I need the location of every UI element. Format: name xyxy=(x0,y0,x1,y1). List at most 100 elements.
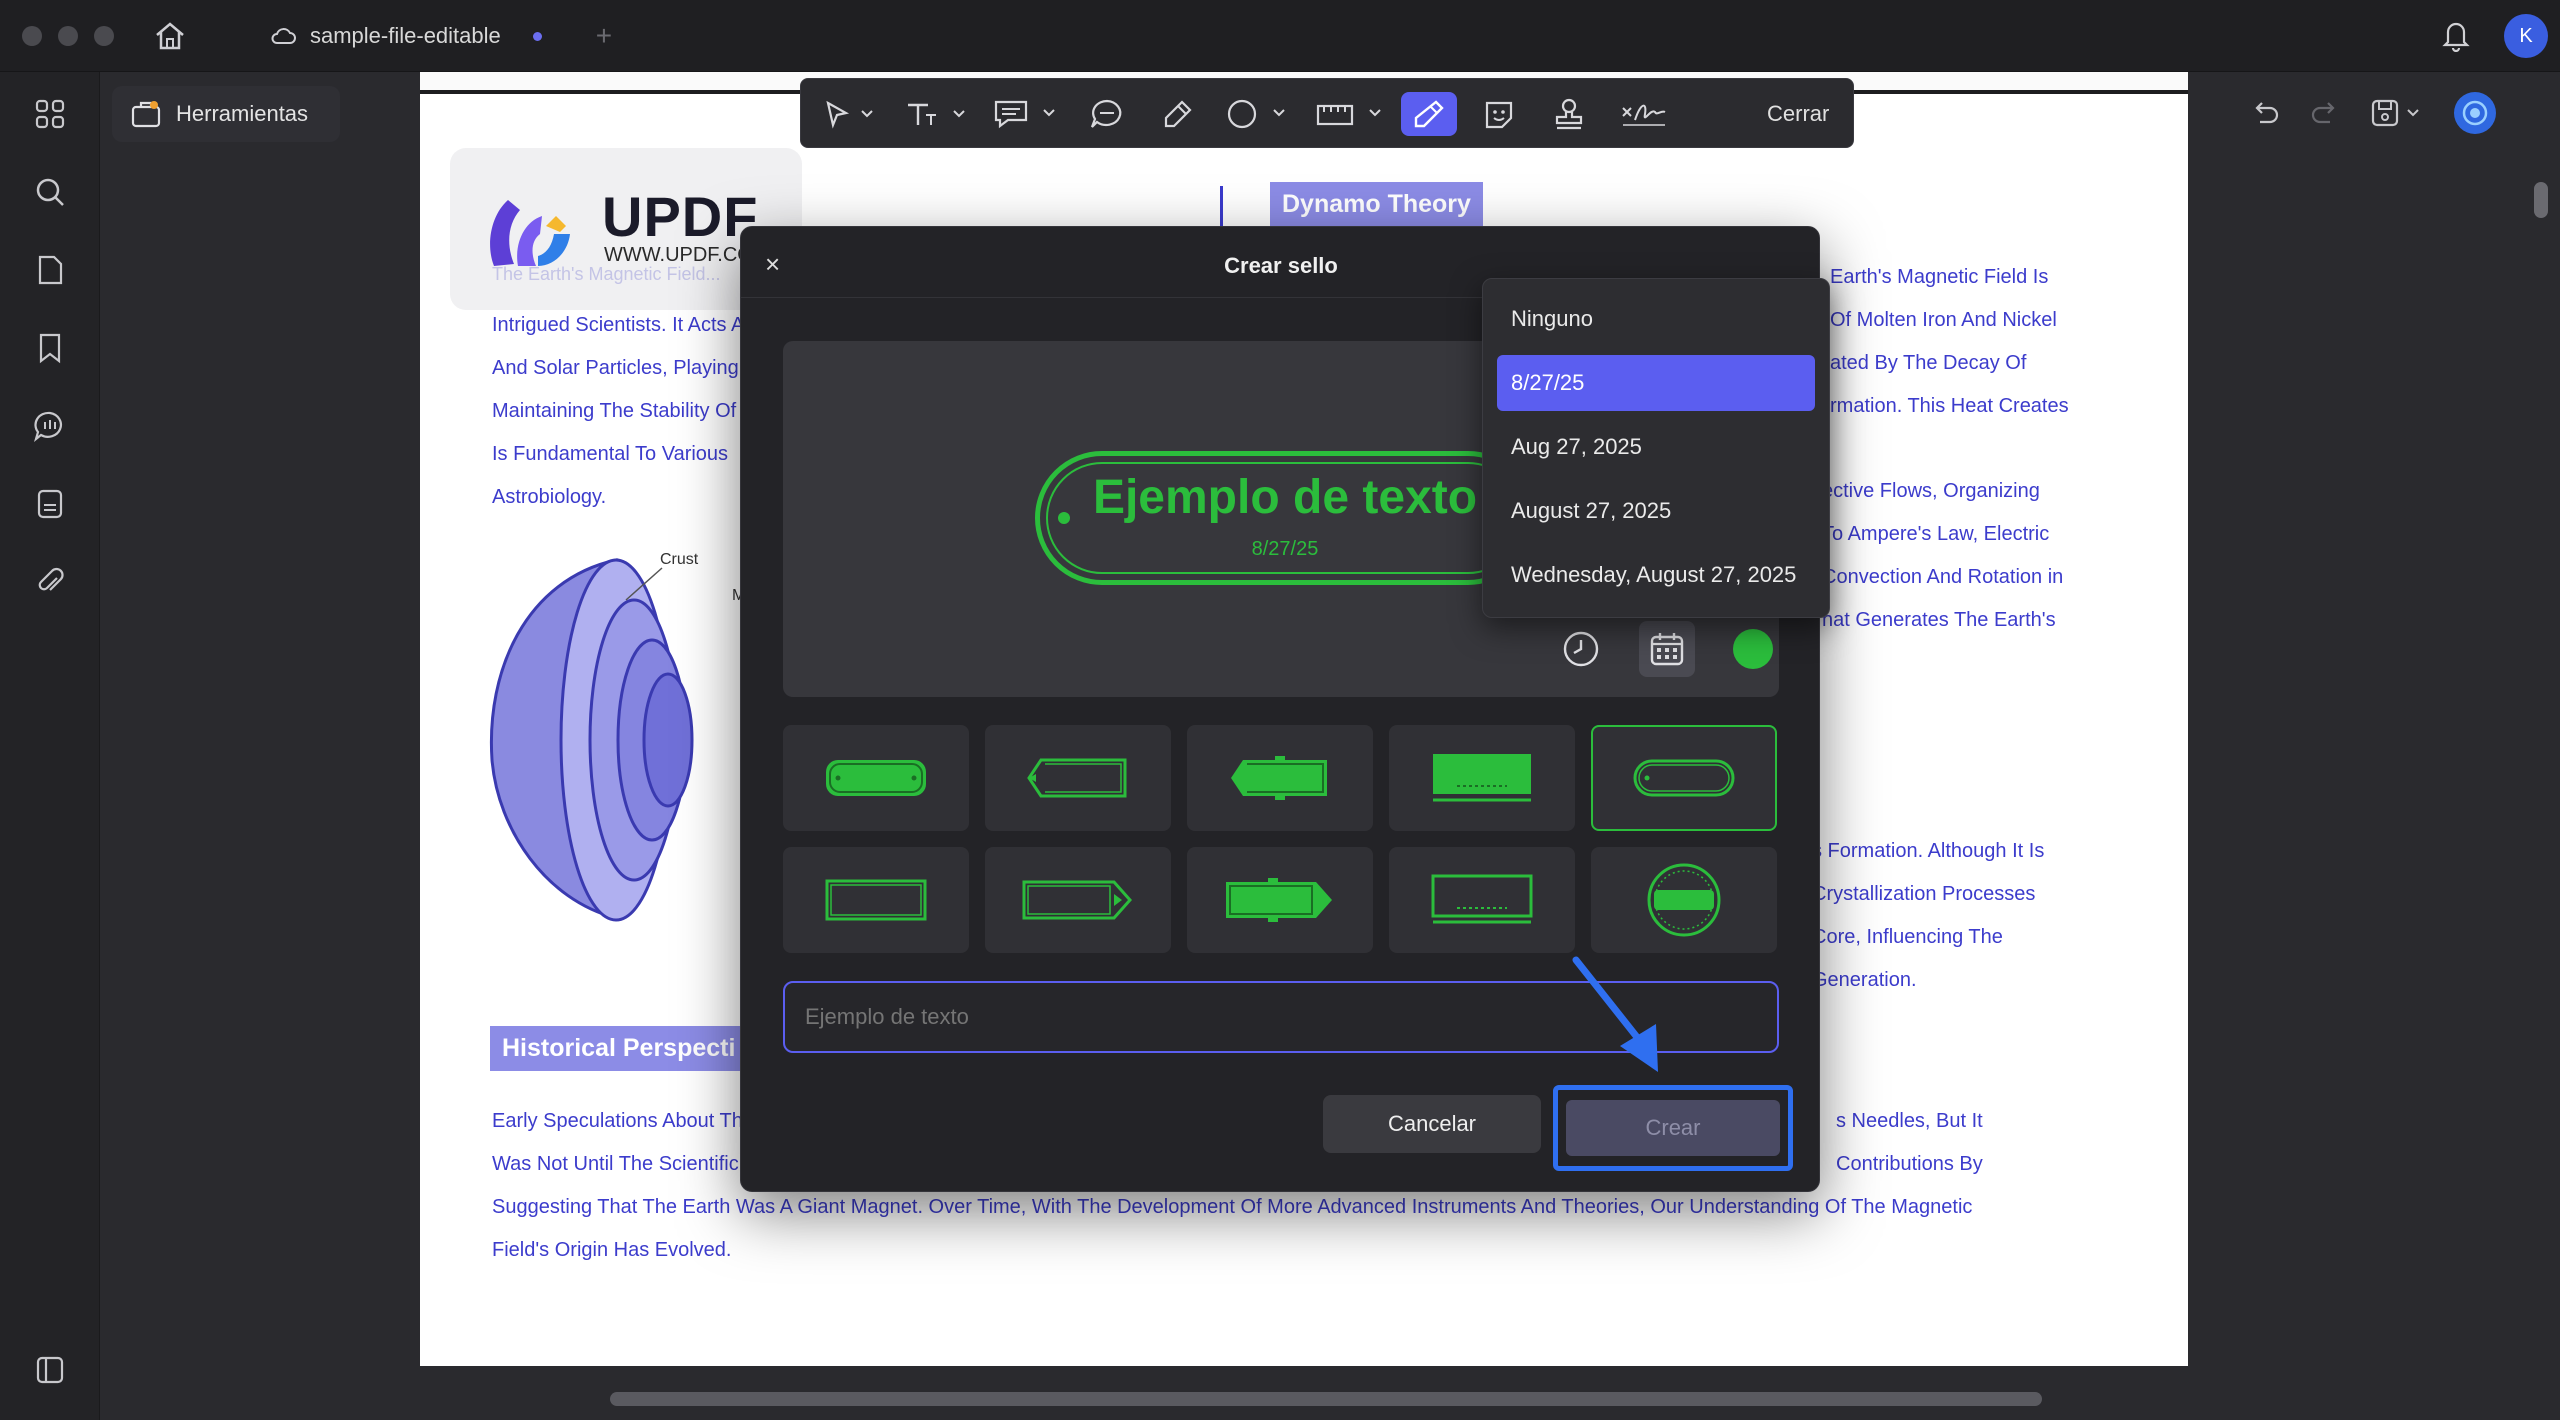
stamp-template-10-shape xyxy=(1647,863,1721,937)
right-actions xyxy=(2250,88,2496,138)
text-tool[interactable] xyxy=(897,92,977,136)
signature-tool[interactable] xyxy=(1609,92,1679,136)
ai-assistant-icon xyxy=(2462,100,2488,126)
shape-icon xyxy=(1227,99,1285,129)
bell-icon xyxy=(2442,22,2470,53)
date-format-dropdown: Ninguno 8/27/25 Aug 27, 2025 August 27, … xyxy=(1482,278,1830,618)
undo-icon[interactable] xyxy=(2250,98,2280,128)
stamp-template-9[interactable] xyxy=(1389,847,1575,953)
text-icon xyxy=(908,103,965,125)
doc-line: Field's Origin Has Evolved. xyxy=(492,1239,732,1261)
preview-tools xyxy=(1553,621,1781,677)
search-icon xyxy=(36,178,64,206)
note-tool[interactable] xyxy=(987,92,1067,136)
date-option-short[interactable]: 8/27/25 xyxy=(1497,355,1815,411)
comment-icon xyxy=(1090,99,1122,128)
tools-label: Herramientas xyxy=(176,101,309,126)
date-option-none[interactable]: Ninguno xyxy=(1497,291,1815,347)
stamp-icon xyxy=(1555,98,1583,130)
window-zoom-button[interactable] xyxy=(94,26,114,46)
sidebar-item-thumbnails[interactable] xyxy=(28,92,72,136)
right-column-text-3: s Formation. Although It Is Crystallizat… xyxy=(1812,830,2044,1002)
document-tab[interactable]: sample-file-editable + xyxy=(270,14,612,58)
stamp-pen-tool[interactable] xyxy=(1401,92,1457,136)
sidebar-item-panel-toggle[interactable] xyxy=(28,1348,72,1392)
home-button[interactable] xyxy=(150,18,190,54)
doc-line: s Formation. Although It Is xyxy=(1812,840,2045,862)
note-icon xyxy=(994,100,1055,129)
comment-tool[interactable] xyxy=(1077,92,1137,136)
window-minimize-button[interactable] xyxy=(58,26,78,46)
horizontal-scrollbar[interactable] xyxy=(610,1392,2042,1406)
doc-line: Astrobiology. xyxy=(492,486,607,508)
updf-logo-mark xyxy=(490,200,570,266)
doc-line: Of Molten Iron And Nickel xyxy=(1830,309,2057,331)
new-tab-button[interactable]: + xyxy=(596,20,612,52)
user-avatar[interactable]: K xyxy=(2504,14,2548,58)
clock-icon xyxy=(1563,631,1599,667)
document-tab-title: sample-file-editable xyxy=(310,23,501,48)
left-column-text: Intrigued Scientists. It Acts A And Sola… xyxy=(492,304,744,519)
window-close-button[interactable] xyxy=(22,26,42,46)
doc-line: ective Flows, Organizing xyxy=(1822,480,2040,502)
full-width-text: Suggesting That The Earth Was A Giant Ma… xyxy=(492,1186,1972,1272)
unsaved-indicator xyxy=(532,31,542,41)
close-annotation-button[interactable]: Cerrar xyxy=(1767,101,1829,127)
bottom-right-text: s Needles, But It Contributions By xyxy=(1836,1100,1983,1186)
sidebar-item-forms[interactable] xyxy=(28,482,72,526)
doc-line: And Solar Particles, Playing xyxy=(492,357,739,379)
highlighter-icon xyxy=(1164,100,1192,128)
sidebar-item-attachments[interactable] xyxy=(28,560,72,604)
stamp-template-8[interactable] xyxy=(1187,847,1373,953)
date-toggle-button[interactable] xyxy=(1639,621,1695,677)
cloud-icon xyxy=(271,28,296,44)
stamp-template-5-selected[interactable] xyxy=(1591,725,1777,831)
tools-button[interactable]: Herramientas xyxy=(112,86,340,142)
redo-icon[interactable] xyxy=(2310,98,2340,128)
ai-assistant-button[interactable] xyxy=(2454,92,2496,134)
stamp-template-7-shape xyxy=(1022,880,1133,920)
stamp-tool[interactable] xyxy=(1539,92,1599,136)
save-icon[interactable] xyxy=(2370,98,2424,128)
notifications-button[interactable] xyxy=(2440,18,2472,57)
right-column-text-2: ective Flows, Organizing To Ampere's Law… xyxy=(1822,470,2063,642)
doc-line: Maintaining The Stability Of xyxy=(492,400,737,422)
stamp-template-2[interactable] xyxy=(985,725,1171,831)
logo-wordmark: UPDF xyxy=(602,185,759,248)
sidebar-item-bookmarks[interactable] xyxy=(28,326,72,370)
shape-tool[interactable] xyxy=(1219,92,1299,136)
doc-line: ated By The Decay Of xyxy=(1830,352,2027,374)
home-icon xyxy=(156,22,184,50)
time-toggle-button[interactable] xyxy=(1553,621,1609,677)
doc-line: Is Fundamental To Various xyxy=(492,443,729,465)
tutorial-arrow xyxy=(1572,956,1658,1072)
cancel-button[interactable]: Cancelar xyxy=(1323,1095,1541,1153)
stamp-template-7[interactable] xyxy=(985,847,1171,953)
date-option-full[interactable]: Wednesday, August 27, 2025 xyxy=(1497,547,1815,603)
highlighter-tool[interactable] xyxy=(1147,92,1207,136)
stamp-template-6[interactable] xyxy=(783,847,969,953)
stamp-template-3[interactable] xyxy=(1187,725,1373,831)
measure-tool[interactable] xyxy=(1309,92,1393,136)
app-window: sample-file-editable + K Herramientas UP… xyxy=(0,0,2560,1420)
color-picker-button[interactable] xyxy=(1725,621,1781,677)
sticker-tool[interactable] xyxy=(1469,92,1529,136)
stamp-template-10[interactable] xyxy=(1591,847,1777,953)
sidebar-item-search[interactable] xyxy=(28,170,72,214)
stamp-template-4-shape xyxy=(1433,754,1531,802)
historical-heading: Historical Perspecti xyxy=(490,1026,748,1071)
create-button-highlight: Crear xyxy=(1553,1085,1793,1171)
stamp-template-1[interactable] xyxy=(783,725,969,831)
stamp-template-4[interactable] xyxy=(1389,725,1575,831)
select-tool[interactable] xyxy=(813,92,887,136)
doc-line: s Needles, But It xyxy=(1836,1110,1983,1132)
attachment-icon xyxy=(38,567,64,591)
sidebar-item-pages[interactable] xyxy=(28,248,72,292)
preview-stamp: Ejemplo de texto 8/27/25 xyxy=(1035,451,1535,585)
vertical-scrollbar[interactable] xyxy=(2534,182,2548,218)
create-button[interactable]: Crear xyxy=(1566,1100,1780,1156)
date-option-long[interactable]: August 27, 2025 xyxy=(1497,483,1815,539)
diagram-label-crust: Crust xyxy=(660,551,699,568)
date-option-medium[interactable]: Aug 27, 2025 xyxy=(1497,419,1815,475)
sidebar-item-comments[interactable] xyxy=(28,404,72,448)
